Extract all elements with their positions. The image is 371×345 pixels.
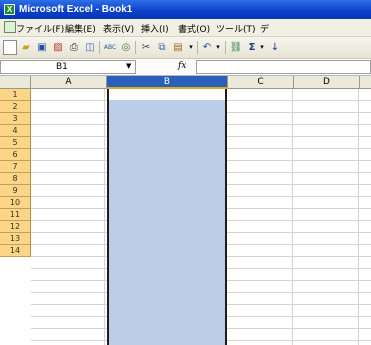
row-header[interactable]: 9 [0, 185, 31, 197]
row-header[interactable]: 7 [0, 161, 31, 173]
row-header[interactable]: 3 [0, 113, 31, 125]
hyperlink-icon[interactable]: ⛓ [229, 40, 243, 55]
row-header[interactable]: 11 [0, 209, 31, 221]
toolbar-separator [197, 41, 198, 54]
workbook-icon[interactable] [4, 21, 16, 33]
formula-input[interactable] [196, 60, 371, 74]
formula-bar: B1 ▼ fx [0, 59, 371, 76]
sort-ascending-icon[interactable]: ↓ [268, 40, 282, 55]
toolbar-separator [99, 41, 100, 54]
menu-view[interactable]: 表示(V) [103, 22, 134, 35]
chevron-down-icon[interactable]: ▾ [258, 40, 266, 55]
autosum-icon[interactable]: Σ [245, 40, 259, 55]
research-icon[interactable]: ◎ [119, 40, 133, 55]
new-icon[interactable] [3, 40, 17, 55]
toolbar-separator [135, 41, 136, 54]
column-header-d[interactable]: D [294, 76, 360, 89]
column-header-a[interactable]: A [31, 76, 107, 89]
chevron-down-icon[interactable]: ▾ [214, 40, 222, 55]
row-header[interactable]: 6 [0, 149, 31, 161]
row-header[interactable]: 2 [0, 101, 31, 113]
save-icon[interactable]: ▣ [35, 40, 49, 55]
cut-icon[interactable]: ✂ [139, 40, 153, 55]
toolbar-separator [225, 41, 226, 54]
row-header[interactable]: 13 [0, 233, 31, 245]
paste-icon[interactable]: ▤ [171, 40, 185, 55]
undo-icon[interactable]: ↶ [200, 40, 214, 55]
chevron-down-icon[interactable]: ▼ [126, 62, 131, 70]
print-icon[interactable]: ⎙ [67, 40, 81, 55]
row-header[interactable]: 12 [0, 221, 31, 233]
name-box-value: B1 [56, 62, 68, 72]
copy-icon[interactable]: ⧉ [155, 40, 169, 55]
menu-data[interactable]: デ [260, 22, 269, 35]
open-icon[interactable]: ▰ [19, 40, 33, 55]
menu-tools[interactable]: ツール(T) [216, 22, 256, 35]
print-preview-icon[interactable]: ◫ [83, 40, 97, 55]
chevron-down-icon[interactable]: ▾ [187, 40, 195, 55]
column-header-c[interactable]: C [228, 76, 294, 89]
spelling-icon[interactable]: ABC [103, 40, 117, 55]
menu-edit[interactable]: 編集(E) [65, 22, 96, 35]
fx-icon[interactable]: fx [178, 61, 186, 71]
name-box[interactable]: B1 ▼ [0, 60, 136, 74]
selected-column-b[interactable] [107, 89, 227, 345]
menu-format[interactable]: 書式(O) [178, 22, 210, 35]
title-bar: X Microsoft Excel - Book1 [0, 0, 371, 19]
row-header[interactable]: 5 [0, 137, 31, 149]
row-header[interactable]: 10 [0, 197, 31, 209]
column-header-b[interactable]: B [107, 76, 228, 89]
row-header[interactable]: 1 [0, 89, 31, 101]
column-header-e[interactable] [360, 76, 371, 89]
standard-toolbar: ▰ ▣ ▨ ⎙ ◫ ABC ◎ ✂ ⧉ ▤ ▾ ↶ ▾ ⛓ Σ ▾ ↓ [0, 37, 371, 59]
window-title: Microsoft Excel - Book1 [19, 4, 133, 15]
row-header[interactable]: 4 [0, 125, 31, 137]
row-header[interactable]: 14 [0, 245, 31, 257]
worksheet-grid: A B C D 1 2 3 4 5 6 7 8 9 10 11 12 13 14 [0, 76, 371, 345]
menu-insert[interactable]: 挿入(I) [141, 22, 169, 35]
menu-file[interactable]: ファイル(F) [16, 22, 64, 35]
row-header[interactable]: 8 [0, 173, 31, 185]
active-cell-b1[interactable] [109, 89, 225, 100]
excel-app-icon[interactable]: X [4, 4, 15, 15]
menu-bar: ファイル(F) 編集(E) 表示(V) 挿入(I) 書式(O) ツール(T) デ [0, 19, 371, 37]
select-all-corner[interactable] [0, 76, 31, 89]
permission-icon[interactable]: ▨ [51, 40, 65, 55]
